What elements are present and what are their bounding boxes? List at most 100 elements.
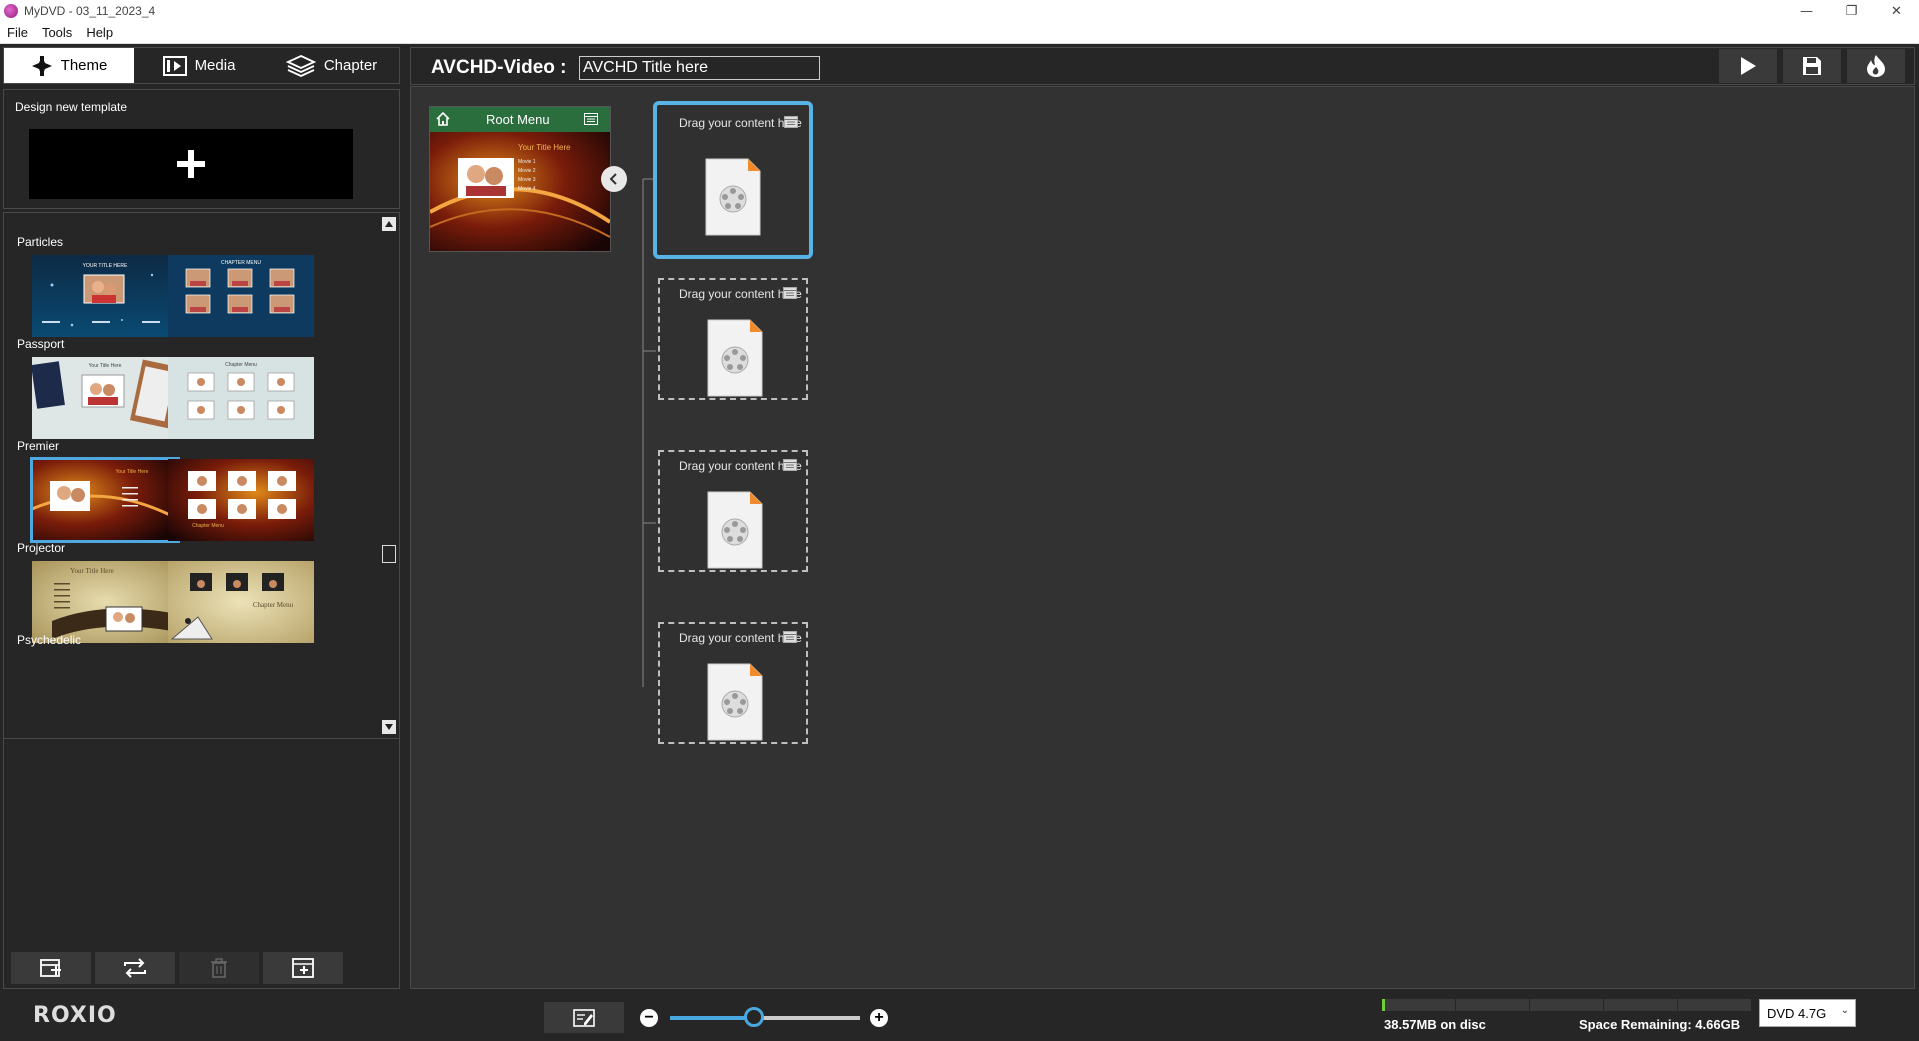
category-passport: Passport — [17, 337, 65, 351]
add-submenu-icon — [292, 958, 314, 978]
window-title: MyDVD - 03_11_2023_4 — [24, 4, 156, 18]
menu-bar: File Tools Help — [0, 22, 1919, 44]
content-slot[interactable]: Drag your content here — [653, 101, 813, 259]
zoom-slider-fill — [670, 1016, 754, 1020]
swap-button[interactable] — [95, 952, 175, 984]
thumb-passport-chapter[interactable]: Chapter Menu — [168, 357, 314, 439]
template-scrollbar[interactable] — [381, 215, 397, 736]
menu-settings-icon[interactable] — [584, 113, 598, 125]
video-file-icon — [705, 158, 761, 236]
space-remaining-text: Space Remaining: 4.66GB — [1579, 1017, 1741, 1032]
save-icon — [1803, 57, 1821, 75]
root-preview-item: Movie 4 — [518, 186, 536, 192]
panel-tabs: Theme Media Chapter — [3, 47, 400, 84]
tab-chapter-label: Chapter — [323, 57, 378, 74]
arrow-up-icon — [385, 221, 393, 227]
chapter-icon — [285, 54, 316, 78]
play-button[interactable] — [1719, 49, 1777, 83]
zoom-in-button[interactable]: + — [870, 1009, 888, 1027]
content-slot[interactable]: Drag your content here — [658, 278, 808, 400]
thumb-title: Your Title Here — [70, 567, 114, 575]
add-submenu-button[interactable] — [263, 952, 343, 984]
root-menu-preview: Your Title Here Movie 1 Movie 2 Movie 3 … — [430, 132, 610, 251]
thumb-premier-main[interactable]: Your Title Here — [30, 457, 180, 543]
tab-chapter[interactable]: Chapter — [264, 48, 399, 83]
thumb-title: YOUR TITLE HERE — [82, 263, 128, 269]
close-icon[interactable]: ✕ — [1874, 0, 1919, 22]
chevron-left-icon — [609, 173, 617, 185]
menu-tools[interactable]: Tools — [35, 25, 79, 40]
tab-theme[interactable]: Theme — [4, 48, 134, 83]
category-psychedelic: Psychedelic — [17, 633, 82, 647]
design-template-label: Design new template — [15, 100, 128, 114]
app-window: MyDVD - 03_11_2023_4 — ❐ ✕ File Tools He… — [0, 0, 1919, 1041]
thumb-projector-main[interactable]: Your Title Here — [32, 561, 178, 643]
flame-icon — [1867, 55, 1885, 77]
scroll-thumb[interactable] — [382, 545, 396, 563]
title-bar: MyDVD - 03_11_2023_4 — ❐ ✕ — [0, 0, 1919, 22]
scroll-up-button[interactable] — [382, 217, 396, 231]
notes-button[interactable] — [544, 1002, 624, 1033]
content-slot[interactable]: Drag your content here — [658, 622, 808, 744]
thumb-premier-chapter[interactable]: Chapter Menu — [168, 459, 314, 541]
thumb-title: CHAPTER MENU — [220, 260, 261, 266]
slot-menu-icon[interactable] — [783, 631, 797, 643]
disc-usage-fill — [1382, 999, 1385, 1011]
category-particles: Particles — [17, 235, 64, 249]
project-title-input[interactable] — [579, 56, 820, 80]
collapse-button[interactable] — [601, 166, 627, 192]
save-button[interactable] — [1783, 49, 1841, 83]
project-header: AVCHD-Video : — [410, 47, 1915, 85]
content-slot[interactable]: Drag your content here — [658, 450, 808, 572]
disc-usage-meter — [1382, 999, 1752, 1011]
thumb-title: Chapter Menu — [252, 601, 294, 609]
plus-icon — [177, 150, 205, 178]
menu-help[interactable]: Help — [79, 25, 120, 40]
design-new-template-button[interactable] — [29, 129, 353, 199]
disc-type-select[interactable]: DVD 4.7G ⌄ — [1759, 999, 1856, 1027]
swap-icon — [124, 958, 146, 978]
add-menu-button[interactable] — [11, 952, 91, 984]
slot-menu-icon[interactable] — [783, 287, 797, 299]
root-preview-item: Movie 3 — [518, 177, 536, 183]
thumb-title: Your Title Here — [88, 363, 122, 369]
play-icon — [1741, 57, 1756, 75]
disc-type-value: DVD 4.7G — [1767, 1005, 1827, 1021]
slot-menu-icon[interactable] — [783, 459, 797, 471]
tab-media[interactable]: Media — [134, 48, 264, 83]
thumb-particles-chapter[interactable]: CHAPTER MENU — [168, 255, 314, 337]
menu-file[interactable]: File — [0, 25, 35, 40]
slot-menu-icon[interactable] — [784, 116, 798, 128]
video-file-icon — [707, 663, 763, 741]
thumb-passport-main[interactable]: Your Title Here — [32, 357, 178, 439]
menu-tree-canvas: Root Menu Your Title Here Movie 1 Movie … — [410, 86, 1915, 989]
zoom-slider[interactable] — [670, 1016, 860, 1020]
status-bar: ROXIO − + 38.57MB on disc Space Remainin… — [0, 990, 1919, 1041]
root-preview-title: Your Title Here — [518, 143, 571, 152]
zoom-slider-handle[interactable] — [743, 1007, 764, 1027]
thumb-particles-main[interactable]: YOUR TITLE HERE — [32, 255, 178, 337]
thumb-title: Your Title Here — [115, 469, 149, 475]
chevron-down-icon: ⌄ — [1840, 1005, 1849, 1016]
burn-button[interactable] — [1847, 49, 1905, 83]
scroll-down-button[interactable] — [382, 720, 396, 734]
left-panel: Theme Media Chapter Design new template — [3, 47, 400, 989]
add-menu-icon — [40, 959, 61, 977]
app-logo-icon — [4, 4, 18, 18]
thumb-projector-chapter[interactable]: Chapter Menu — [168, 561, 314, 643]
zoom-out-button[interactable]: − — [640, 1009, 658, 1027]
design-template-section: Design new template — [3, 89, 400, 209]
delete-button[interactable] — [179, 952, 259, 984]
minus-icon: − — [644, 1009, 654, 1026]
home-icon — [436, 112, 450, 126]
category-projector: Projector — [17, 541, 66, 555]
arrow-down-icon — [385, 724, 393, 730]
minimize-icon[interactable]: — — [1784, 0, 1829, 22]
root-menu-node[interactable]: Root Menu Your Title Here Movie 1 Movie … — [429, 106, 611, 252]
thumb-title: Chapter Menu — [225, 362, 257, 368]
template-scroll-area: Particles YOUR TITLE HERE CHAPTER MENU P… — [4, 213, 382, 738]
brand-logo: ROXIO — [33, 1003, 117, 1028]
template-list: Particles YOUR TITLE HERE CHAPTER MENU P… — [3, 212, 400, 739]
root-preview-item: Movie 1 — [518, 159, 536, 165]
restore-icon[interactable]: ❐ — [1829, 0, 1874, 22]
